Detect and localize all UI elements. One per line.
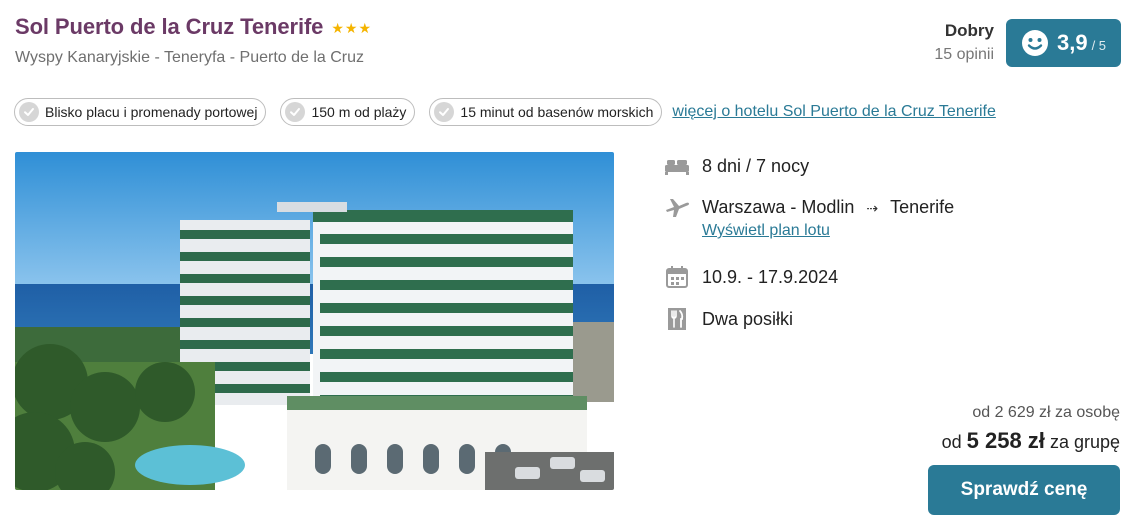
board-row: Dwa posiłki bbox=[663, 305, 793, 333]
smiley-icon bbox=[1021, 30, 1048, 56]
check-icon bbox=[285, 102, 306, 122]
check-icon bbox=[434, 102, 455, 122]
price-group-prefix: od bbox=[941, 432, 962, 452]
rating-label: Dobry bbox=[944, 21, 994, 40]
hotel-photo-image bbox=[15, 152, 614, 490]
bed-icon bbox=[663, 154, 690, 178]
dates-text: 10.9. - 17.9.2024 bbox=[702, 266, 839, 287]
tag-label: Blisko placu i promenady portowej bbox=[45, 104, 258, 120]
star-icon: ★ bbox=[344, 20, 358, 36]
flight-row: Warszawa - Modlin ⇢ Tenerife bbox=[663, 193, 954, 221]
tag-label: 150 m od plaży bbox=[311, 104, 407, 120]
flight-plan-link[interactable]: Wyświetl plan lotu bbox=[702, 222, 830, 240]
check-price-button[interactable]: Sprawdź cenę bbox=[928, 465, 1120, 515]
price-group-amount: 5 258 zł bbox=[966, 428, 1045, 453]
price-group: od 5 258 zł za grupę bbox=[942, 428, 1120, 454]
hotel-tags: Blisko placu i promenady portowej 150 m … bbox=[14, 98, 996, 126]
rating[interactable]: Dobry 15 opinii 3,9 / 5 bbox=[934, 19, 1121, 67]
board-text: Dwa posiłki bbox=[702, 308, 794, 329]
flight-route: Warszawa - Modlin ⇢ Tenerife bbox=[702, 197, 954, 218]
duration-row: 8 dni / 7 nocy bbox=[663, 152, 809, 180]
check-icon bbox=[19, 102, 39, 122]
rating-max: / 5 bbox=[1091, 37, 1107, 53]
cutlery-icon bbox=[663, 307, 690, 331]
flight-from: Warszawa - Modlin bbox=[702, 196, 855, 217]
price-group-suffix: za grupę bbox=[1049, 432, 1120, 452]
more-about-hotel-link[interactable]: więcej o hotelu Sol Puerto de la Cruz Te… bbox=[672, 103, 995, 121]
arrow-right-icon: ⇢ bbox=[866, 199, 879, 216]
price-per-person: od 2 629 zł za osobę bbox=[972, 404, 1120, 421]
rating-score: 3,9 bbox=[1056, 30, 1088, 55]
tag-item: Blisko placu i promenady portowej bbox=[14, 98, 267, 126]
tag-item: 150 m od plaży bbox=[280, 98, 416, 126]
flight-to: Tenerife bbox=[890, 196, 955, 217]
rating-count: 15 opinii bbox=[934, 46, 994, 63]
rating-text: Dobry 15 opinii bbox=[934, 19, 994, 64]
hotel-title-row: Sol Puerto de la Cruz Tenerife ★ ★ ★ bbox=[15, 14, 371, 40]
star-icon: ★ bbox=[331, 20, 344, 36]
dates-row: 10.9. - 17.9.2024 bbox=[663, 263, 838, 291]
rating-badge[interactable]: 3,9 / 5 bbox=[1006, 19, 1121, 67]
tag-label: 15 minut od basenów morskich bbox=[460, 104, 654, 120]
tag-item: 15 minut od basenów morskich bbox=[429, 98, 663, 126]
hotel-name[interactable]: Sol Puerto de la Cruz Tenerife bbox=[15, 14, 323, 40]
duration-text: 8 dni / 7 nocy bbox=[702, 155, 810, 176]
plane-icon bbox=[663, 195, 690, 219]
hotel-photo[interactable] bbox=[15, 152, 614, 490]
hotel-stars: ★ ★ ★ bbox=[331, 21, 371, 35]
star-icon: ★ bbox=[358, 20, 372, 36]
hotel-location: Wyspy Kanaryjskie - Teneryfa - Puerto de… bbox=[15, 49, 365, 66]
price-block: od 2 629 zł za osobę od 5 258 zł za grup… bbox=[942, 404, 1120, 454]
calendar-icon bbox=[663, 265, 690, 289]
